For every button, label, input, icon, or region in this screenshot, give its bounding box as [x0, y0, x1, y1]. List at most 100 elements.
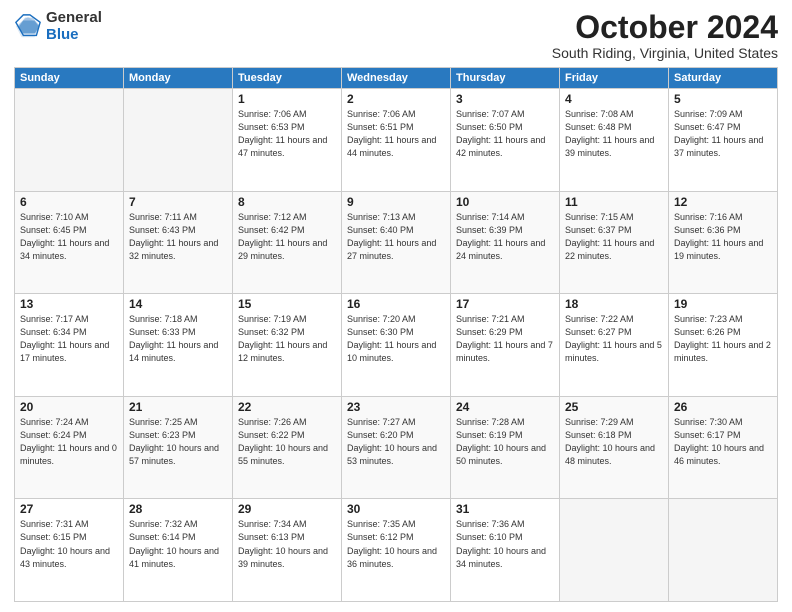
calendar-day-4: 4Sunrise: 7:08 AM Sunset: 6:48 PM Daylig…: [560, 89, 669, 192]
day-info: Sunrise: 7:27 AM Sunset: 6:20 PM Dayligh…: [347, 416, 445, 468]
day-number: 29: [238, 502, 336, 516]
calendar-day-2: 2 Sunrise: 7:06 AM Sunset: 6:51 PM Daylig…: [342, 89, 451, 192]
day-number: 21: [129, 400, 227, 414]
day-number: 26: [674, 400, 772, 414]
calendar-day-13: 13Sunrise: 7:17 AM Sunset: 6:34 PM Dayli…: [15, 294, 124, 397]
day-number: 25: [565, 400, 663, 414]
calendar-day-7: 7 Sunrise: 7:11 AM Sunset: 6:43 PM Daylig…: [124, 191, 233, 294]
header-friday: Friday: [560, 68, 669, 89]
calendar-table: SundayMondayTuesdayWednesdayThursdayFrid…: [14, 67, 778, 602]
calendar-day-17: 17 Sunrise: 7:21 AM Sunset: 6:29 PM Dayli…: [451, 294, 560, 397]
day-number: 7: [129, 195, 227, 209]
day-info: Sunrise: 7:32 AM Sunset: 6:14 PM Dayligh…: [129, 518, 227, 570]
day-number: 11: [565, 195, 663, 209]
day-info: Sunrise: 7:06 AM Sunset: 6:51 PM Dayligh…: [347, 108, 445, 160]
calendar-empty-cell: [124, 89, 233, 192]
day-number: 5: [674, 92, 772, 106]
calendar-day-11: 11 Sunrise: 7:15 AM Sunset: 6:37 PM Dayli…: [560, 191, 669, 294]
calendar-header-row: SundayMondayTuesdayWednesdayThursdayFrid…: [15, 68, 778, 89]
header: General Blue October 2024 South Riding, …: [14, 10, 778, 61]
day-info: Sunrise: 7:18 AM Sunset: 6:33 PM Dayligh…: [129, 313, 227, 365]
day-info: Sunrise: 7:26 AM Sunset: 6:22 PM Dayligh…: [238, 416, 336, 468]
day-info: Sunrise: 7:15 AM Sunset: 6:37 PM Dayligh…: [565, 211, 663, 263]
calendar-week-row: 27Sunrise: 7:31 AM Sunset: 6:15 PM Dayli…: [15, 499, 778, 602]
day-number: 12: [674, 195, 772, 209]
day-number: 10: [456, 195, 554, 209]
day-info: Sunrise: 7:35 AM Sunset: 6:12 PM Dayligh…: [347, 518, 445, 570]
day-number: 17: [456, 297, 554, 311]
day-info: Sunrise: 7:10 AM Sunset: 6:45 PM Dayligh…: [20, 211, 118, 263]
day-info: Sunrise: 7:29 AM Sunset: 6:18 PM Dayligh…: [565, 416, 663, 468]
calendar-day-18: 18Sunrise: 7:22 AM Sunset: 6:27 PM Dayli…: [560, 294, 669, 397]
header-tuesday: Tuesday: [233, 68, 342, 89]
logo-icon: [14, 13, 42, 41]
calendar-week-row: 13Sunrise: 7:17 AM Sunset: 6:34 PM Dayli…: [15, 294, 778, 397]
day-number: 20: [20, 400, 118, 414]
calendar-day-1: 1 Sunrise: 7:06 AM Sunset: 6:53 PM Daylig…: [233, 89, 342, 192]
day-number: 13: [20, 297, 118, 311]
calendar-empty-cell: [669, 499, 778, 602]
day-info: Sunrise: 7:14 AM Sunset: 6:39 PM Dayligh…: [456, 211, 554, 263]
day-info: Sunrise: 7:21 AM Sunset: 6:29 PM Dayligh…: [456, 313, 554, 365]
calendar-week-row: 20 Sunrise: 7:24 AM Sunset: 6:24 PM Dayli…: [15, 396, 778, 499]
day-number: 23: [347, 400, 445, 414]
day-number: 22: [238, 400, 336, 414]
title-month: October 2024: [552, 10, 778, 45]
header-saturday: Saturday: [669, 68, 778, 89]
logo-blue-text: Blue: [46, 27, 102, 44]
calendar-day-6: 6Sunrise: 7:10 AM Sunset: 6:45 PM Daylig…: [15, 191, 124, 294]
calendar-day-10: 10 Sunrise: 7:14 AM Sunset: 6:39 PM Dayli…: [451, 191, 560, 294]
calendar-day-26: 26Sunrise: 7:30 AM Sunset: 6:17 PM Dayli…: [669, 396, 778, 499]
title-block: October 2024 South Riding, Virginia, Uni…: [552, 10, 778, 61]
day-info: Sunrise: 7:36 AM Sunset: 6:10 PM Dayligh…: [456, 518, 554, 570]
day-number: 1: [238, 92, 336, 106]
logo-general-text: General: [46, 10, 102, 27]
day-info: Sunrise: 7:13 AM Sunset: 6:40 PM Dayligh…: [347, 211, 445, 263]
day-info: Sunrise: 7:16 AM Sunset: 6:36 PM Dayligh…: [674, 211, 772, 263]
calendar-day-15: 15 Sunrise: 7:19 AM Sunset: 6:32 PM Dayli…: [233, 294, 342, 397]
calendar-day-8: 8 Sunrise: 7:12 AM Sunset: 6:42 PM Daylig…: [233, 191, 342, 294]
calendar-day-14: 14 Sunrise: 7:18 AM Sunset: 6:33 PM Dayli…: [124, 294, 233, 397]
header-thursday: Thursday: [451, 68, 560, 89]
calendar-week-row: 1 Sunrise: 7:06 AM Sunset: 6:53 PM Daylig…: [15, 89, 778, 192]
calendar-day-30: 30Sunrise: 7:35 AM Sunset: 6:12 PM Dayli…: [342, 499, 451, 602]
day-info: Sunrise: 7:20 AM Sunset: 6:30 PM Dayligh…: [347, 313, 445, 365]
day-info: Sunrise: 7:34 AM Sunset: 6:13 PM Dayligh…: [238, 518, 336, 570]
calendar-day-31: 31 Sunrise: 7:36 AM Sunset: 6:10 PM Dayli…: [451, 499, 560, 602]
calendar-day-9: 9 Sunrise: 7:13 AM Sunset: 6:40 PM Daylig…: [342, 191, 451, 294]
day-info: Sunrise: 7:19 AM Sunset: 6:32 PM Dayligh…: [238, 313, 336, 365]
day-info: Sunrise: 7:11 AM Sunset: 6:43 PM Dayligh…: [129, 211, 227, 263]
day-info: Sunrise: 7:31 AM Sunset: 6:15 PM Dayligh…: [20, 518, 118, 570]
day-info: Sunrise: 7:08 AM Sunset: 6:48 PM Dayligh…: [565, 108, 663, 160]
calendar-day-16: 16 Sunrise: 7:20 AM Sunset: 6:30 PM Dayli…: [342, 294, 451, 397]
day-number: 24: [456, 400, 554, 414]
day-info: Sunrise: 7:06 AM Sunset: 6:53 PM Dayligh…: [238, 108, 336, 160]
calendar-day-27: 27Sunrise: 7:31 AM Sunset: 6:15 PM Dayli…: [15, 499, 124, 602]
title-location: South Riding, Virginia, United States: [552, 45, 778, 61]
day-number: 9: [347, 195, 445, 209]
day-number: 3: [456, 92, 554, 106]
day-info: Sunrise: 7:09 AM Sunset: 6:47 PM Dayligh…: [674, 108, 772, 160]
logo-text: General Blue: [46, 10, 102, 43]
day-number: 14: [129, 297, 227, 311]
calendar-empty-cell: [15, 89, 124, 192]
calendar-empty-cell: [560, 499, 669, 602]
day-number: 15: [238, 297, 336, 311]
calendar-day-22: 22 Sunrise: 7:26 AM Sunset: 6:22 PM Dayli…: [233, 396, 342, 499]
calendar-day-5: 5 Sunrise: 7:09 AM Sunset: 6:47 PM Daylig…: [669, 89, 778, 192]
day-number: 28: [129, 502, 227, 516]
day-number: 18: [565, 297, 663, 311]
day-info: Sunrise: 7:24 AM Sunset: 6:24 PM Dayligh…: [20, 416, 118, 468]
day-number: 2: [347, 92, 445, 106]
day-info: Sunrise: 7:07 AM Sunset: 6:50 PM Dayligh…: [456, 108, 554, 160]
day-number: 31: [456, 502, 554, 516]
day-info: Sunrise: 7:23 AM Sunset: 6:26 PM Dayligh…: [674, 313, 772, 365]
day-number: 16: [347, 297, 445, 311]
calendar-day-21: 21 Sunrise: 7:25 AM Sunset: 6:23 PM Dayli…: [124, 396, 233, 499]
day-info: Sunrise: 7:12 AM Sunset: 6:42 PM Dayligh…: [238, 211, 336, 263]
day-number: 8: [238, 195, 336, 209]
calendar-day-19: 19Sunrise: 7:23 AM Sunset: 6:26 PM Dayli…: [669, 294, 778, 397]
calendar-week-row: 6Sunrise: 7:10 AM Sunset: 6:45 PM Daylig…: [15, 191, 778, 294]
calendar-day-28: 28 Sunrise: 7:32 AM Sunset: 6:14 PM Dayli…: [124, 499, 233, 602]
day-info: Sunrise: 7:25 AM Sunset: 6:23 PM Dayligh…: [129, 416, 227, 468]
